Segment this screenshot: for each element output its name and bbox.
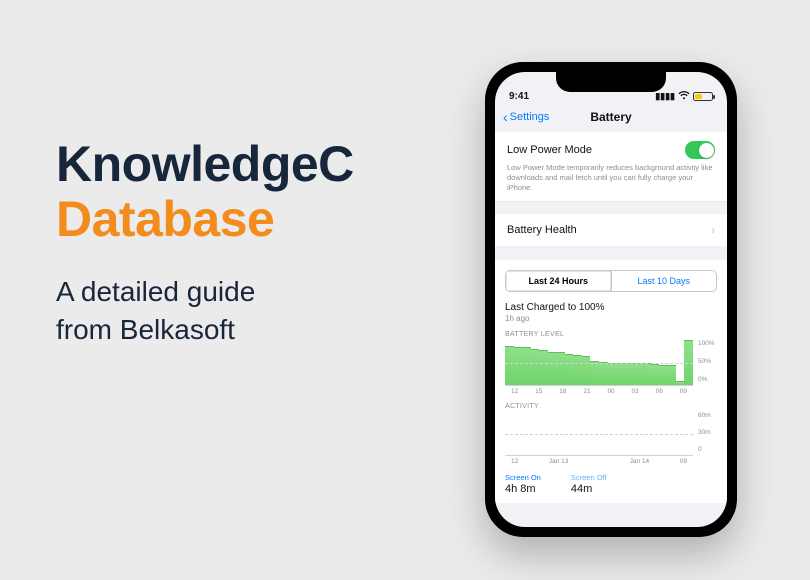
subtitle: A detailed guide from Belkasoft <box>56 273 354 349</box>
back-button[interactable]: ‹ Settings <box>503 110 549 124</box>
time-range-segmented: Last 24 Hours Last 10 Days <box>505 270 717 292</box>
battery-low-icon <box>693 92 713 101</box>
nav-title: Battery <box>590 110 631 124</box>
screen-on-label: Screen On <box>505 473 541 482</box>
tab-last-10d[interactable]: Last 10 Days <box>612 271 717 291</box>
bl-bar <box>667 365 676 385</box>
act-y-0: 0 <box>698 446 717 453</box>
screen-on-stat: Screen On 4h 8m <box>505 473 541 495</box>
battery-level-chart: 100% 50% 0% 12 15 18 21 00 03 06 09 <box>505 340 717 395</box>
bl-bar <box>573 355 582 386</box>
bl-x-tick: 06 <box>656 388 663 395</box>
act-y-labels: 60m 30m 0 <box>695 412 717 453</box>
bl-x-tick: 18 <box>559 388 566 395</box>
wifi-icon <box>678 91 690 102</box>
bl-bar <box>676 381 685 386</box>
bl-bar <box>565 354 574 386</box>
screen-off-label: Screen Off <box>571 473 607 482</box>
chevron-left-icon: ‹ <box>503 110 508 124</box>
bl-bar <box>608 363 617 386</box>
bl-bar <box>625 363 634 386</box>
tab-last-24h[interactable]: Last 24 Hours <box>506 271 612 291</box>
act-x-labels: 12 Jan 13 Jan 14 09 <box>505 458 693 465</box>
bl-x-tick: 12 <box>511 388 518 395</box>
bl-bar <box>556 352 565 385</box>
x-start: 12 <box>511 458 518 465</box>
screen-off-value: 44m <box>571 483 607 495</box>
signal-icon: ▮▮▮▮ <box>655 91 675 102</box>
phone-frame: 9:41 ▮▮▮▮ ‹ Settings Battery Low Power M… <box>485 62 737 537</box>
bl-bar <box>659 365 668 386</box>
notch <box>556 72 666 92</box>
act-bars <box>505 412 693 456</box>
status-time: 9:41 <box>509 91 655 102</box>
back-label: Settings <box>510 111 550 123</box>
low-power-cell: Low Power Mode Low Power Mode temporaril… <box>495 132 727 202</box>
bl-x-tick: 21 <box>583 388 590 395</box>
title-line1: KnowledgeC <box>56 138 354 191</box>
bl-y-0: 0% <box>698 376 717 383</box>
subtitle-line1: A detailed guide <box>56 276 255 307</box>
phone-screen: 9:41 ▮▮▮▮ ‹ Settings Battery Low Power M… <box>495 72 727 527</box>
bl-bar <box>616 363 625 386</box>
usage-card: Last 24 Hours Last 10 Days Last Charged … <box>495 260 727 503</box>
bl-x-tick: 00 <box>607 388 614 395</box>
bl-x-labels: 12 15 18 21 00 03 06 09 <box>505 388 693 395</box>
title-line2: Database <box>56 193 354 246</box>
bl-x-tick: 03 <box>632 388 639 395</box>
bl-bar <box>650 364 659 386</box>
activity-label: ACTIVITY <box>505 403 717 410</box>
bl-bar <box>599 362 608 385</box>
battery-health-label: Battery Health <box>507 224 577 236</box>
bl-bar <box>642 363 651 386</box>
last-charged-sub: 1h ago <box>505 314 717 323</box>
screen-on-value: 4h 8m <box>505 483 541 495</box>
x-mid2: Jan 14 <box>599 458 680 465</box>
x-end: 09 <box>680 458 687 465</box>
low-power-label: Low Power Mode <box>507 144 592 156</box>
bl-bar <box>522 347 531 385</box>
low-power-desc: Low Power Mode temporarily reduces backg… <box>507 163 715 192</box>
bl-bar <box>590 361 599 386</box>
bl-bar <box>548 352 557 386</box>
chevron-right-icon: › <box>711 223 715 237</box>
low-power-toggle[interactable] <box>685 141 715 159</box>
bl-bars <box>505 340 693 386</box>
screen-off-stat: Screen Off 44m <box>571 473 607 495</box>
subtitle-line2: from Belkasoft <box>56 314 235 345</box>
nav-bar: ‹ Settings Battery <box>495 104 727 132</box>
activity-chart: 60m 30m 0 12 Jan 13 Jan 14 09 <box>505 412 717 465</box>
bl-y-100: 100% <box>698 340 717 347</box>
bl-bar <box>633 363 642 386</box>
act-y-60: 60m <box>698 412 717 419</box>
bl-bar <box>514 347 523 386</box>
act-y-30: 30m <box>698 429 717 436</box>
bl-x-tick: 09 <box>680 388 687 395</box>
bl-y-50: 50% <box>698 358 717 365</box>
last-charged-title: Last Charged to 100% <box>505 302 717 313</box>
hero-text: KnowledgeC Database A detailed guide fro… <box>56 138 354 349</box>
battery-level-label: BATTERY LEVEL <box>505 331 717 338</box>
bl-y-labels: 100% 50% 0% <box>695 340 717 383</box>
x-mid1: Jan 13 <box>518 458 599 465</box>
status-icons: ▮▮▮▮ <box>655 91 713 102</box>
usage-footer: Screen On 4h 8m Screen Off 44m <box>505 473 717 495</box>
bl-bar <box>582 356 591 385</box>
bl-bar <box>531 349 540 385</box>
bl-bar <box>505 346 514 386</box>
battery-health-cell[interactable]: Battery Health › <box>495 214 727 246</box>
bl-bar <box>539 350 548 385</box>
bl-x-tick: 15 <box>535 388 542 395</box>
